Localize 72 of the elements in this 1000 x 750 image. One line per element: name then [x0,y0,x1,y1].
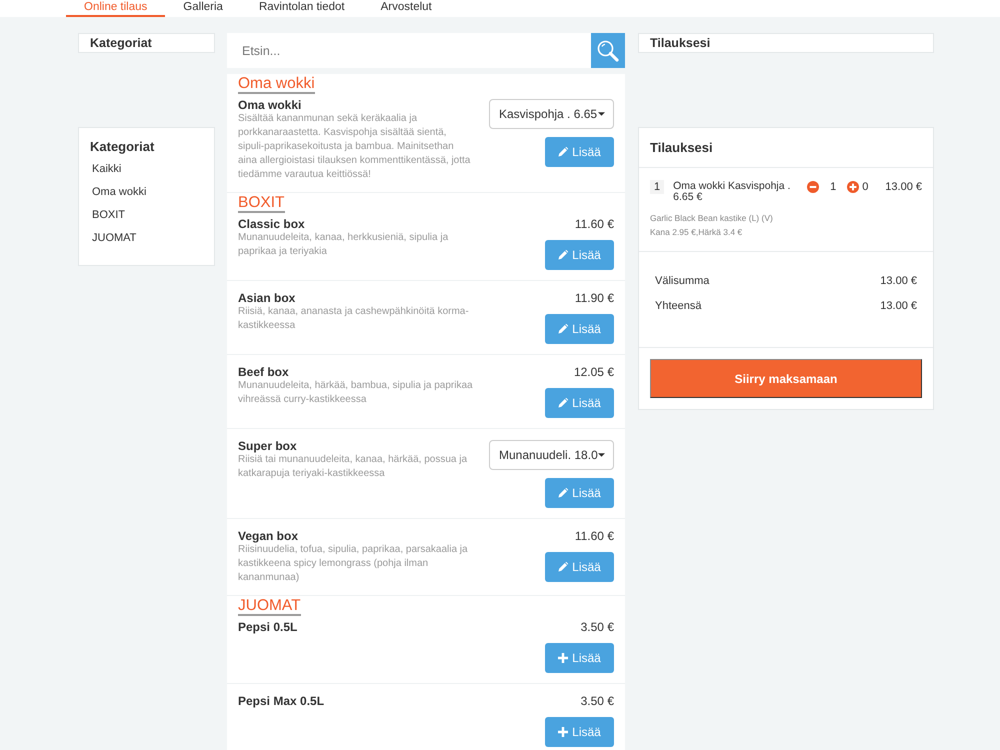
section-heading: Oma wokki [238,76,315,94]
item-price: 12.05 € [574,365,614,379]
item-description: Riisiä, kanaa, ananasta ja cashewpähkinöitä korma-kastikkeessa [238,305,470,333]
item-description: Riisinuudelia, tofua, sipulia, paprikaa, parsakaalia ja kastikkeena spicy lemongrass (pohja ilman kananmunaa) [238,543,469,585]
panel-title: Kategoriat [90,36,152,51]
plus-icon[interactable] [847,181,860,193]
item-description: Munanuudeleita, kanaa, herkkusieniä, sipulia ja paprikaa ja teriyakia [238,231,450,259]
add-button[interactable]: Lisää [545,314,614,344]
item-name: Pepsi Max 0.5L [238,694,324,708]
search-icon [597,40,619,62]
search-field[interactable]: Etsin... [227,33,591,68]
nav-tab[interactable]: Ravintolan tiedot [240,0,363,17]
item-name: Classic box [238,217,305,231]
add-button[interactable]: Lisää [545,240,614,270]
panel-title: Kategoriat [90,139,154,155]
plus-icon [558,727,568,737]
total-value: 13.00 € [880,274,917,289]
category-link[interactable]: BOXIT [92,204,126,227]
pencil-icon [558,324,568,334]
caret-icon [598,453,605,457]
item-name: Asian box [238,291,296,305]
pencil-icon [558,147,568,157]
add-button[interactable]: Lisää [545,388,614,418]
pencil-icon [558,398,568,408]
minus-icon[interactable] [807,181,820,193]
checkout-button[interactable]: Siirry maksamaan [650,359,922,398]
add-button[interactable]: Lisää [545,717,614,747]
order-item-name: Oma wokki Kasvispohja . 6.65 € [673,181,792,203]
item-price: 11.90 € [574,291,614,305]
add-button[interactable]: Lisää [545,552,614,582]
item-description: Sisältää kananmunan sekä keräkaalia ja porkkanaraastetta. Kasvispohja sisältää sientä, sipuli-paprikasekoitusta ja bambua. Mainitsethan aina allergioistasi tilauksen kommenttikentässä, jotta tiedämme varautua keittiössä! [238,112,472,182]
total-label: Välisumma [655,274,710,289]
caret-icon [598,112,605,116]
option-select[interactable]: Munanuudeli. 18.0 [489,440,614,470]
option-select[interactable]: Kasvispohja . 6.65 [489,99,614,129]
add-button[interactable]: Lisää [545,137,614,167]
nav-tab[interactable]: Online tilaus [66,0,166,17]
item-price: 11.60 € [574,217,614,231]
option-count: 0 [862,180,868,195]
nav-tab[interactable]: Galleria [165,0,241,17]
item-price: 3.50 € [580,620,614,634]
category-link[interactable]: Kaikki [92,158,122,181]
item-note: Garlic Black Bean kastike (L) (V) [650,212,774,225]
add-button[interactable]: Lisää [545,478,614,508]
item-price: 11.60 € [574,529,614,543]
panel-title: Tilauksesi [650,36,710,51]
item-description: Riisiä tai munanuudeleita, kanaa, härkää, possua ja katkarapuja teriyaki-kastikkeessa [238,453,468,481]
item-price: 3.50 € [580,694,614,708]
item-note: Kana 2.95 €,Härkä 3.4 € [650,226,744,239]
pencil-icon [558,250,568,260]
section-heading: JUOMAT [238,598,301,616]
nav-tab[interactable]: Arvostelut [362,0,450,17]
item-name: Super box [238,439,297,453]
section-heading: BOXIT [238,195,285,213]
plus-icon [558,653,568,663]
category-link[interactable]: Oma wokki [92,181,146,204]
item-name: Oma wokki [238,98,302,112]
item-name: Pepsi 0.5L [238,620,298,634]
category-link[interactable]: JUOMAT [92,227,136,250]
item-name: Vegan box [238,529,298,543]
item-description: Munanuudeleita, härkää, bambua, sipulia ja paprikaa vihreässä curry-kastikkeessa [238,379,474,407]
quantity-badge: 1 [650,180,664,194]
total-value: 13.00 € [880,299,917,314]
total-label: Yhteensä [655,299,702,314]
item-name: Beef box [238,365,289,379]
pencil-icon [558,488,568,498]
item-count: 1 [830,180,836,195]
item-total: 13.00 € [885,180,922,195]
add-button[interactable]: Lisää [545,643,614,673]
pencil-icon [558,562,568,572]
panel-title: Tilauksesi [650,138,713,157]
search-button[interactable] [591,33,625,68]
